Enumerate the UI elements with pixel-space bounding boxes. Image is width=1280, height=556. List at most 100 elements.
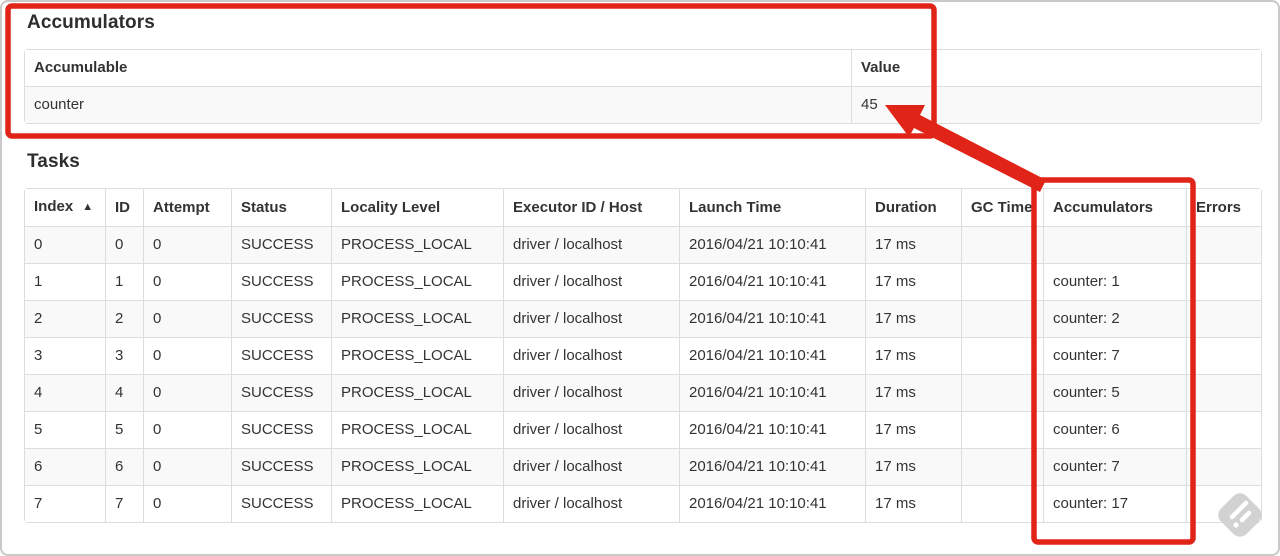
cell-index: 4 bbox=[25, 374, 105, 411]
cell-launch-time: 2016/04/21 10:10:41 bbox=[679, 263, 865, 300]
cell-duration: 17 ms bbox=[865, 300, 961, 337]
cell-accumulable: counter bbox=[25, 86, 851, 123]
tasks-header-row: Index ▲ ID Attempt Status Locality Level … bbox=[25, 189, 1261, 226]
accumulator-row: counter 45 bbox=[25, 86, 1261, 123]
accumulators-section-title: Accumulators bbox=[27, 12, 155, 33]
cell-id: 2 bbox=[105, 300, 143, 337]
cell-duration: 17 ms bbox=[865, 411, 961, 448]
cell-accumulator-value: 45 bbox=[851, 86, 1261, 123]
cell-id: 7 bbox=[105, 485, 143, 522]
tasks-table: Index ▲ ID Attempt Status Locality Level … bbox=[24, 188, 1262, 523]
page-content: Accumulators Accumulable Value counter 4… bbox=[2, 2, 1278, 523]
cell-gc-time bbox=[961, 226, 1043, 263]
cell-locality-level: PROCESS_LOCAL bbox=[331, 337, 503, 374]
cell-duration: 17 ms bbox=[865, 485, 961, 522]
cell-id: 6 bbox=[105, 448, 143, 485]
cell-errors bbox=[1186, 448, 1261, 485]
cell-executor-id-host: driver / localhost bbox=[503, 448, 679, 485]
column-header-attempt[interactable]: Attempt bbox=[143, 189, 231, 226]
cell-status: SUCCESS bbox=[231, 374, 331, 411]
cell-gc-time bbox=[961, 337, 1043, 374]
cell-index: 6 bbox=[25, 448, 105, 485]
cell-locality-level: PROCESS_LOCAL bbox=[331, 485, 503, 522]
cell-status: SUCCESS bbox=[231, 411, 331, 448]
spark-stage-page: Accumulators Accumulable Value counter 4… bbox=[0, 0, 1280, 556]
task-row: 6 6 0 SUCCESS PROCESS_LOCAL driver / loc… bbox=[25, 448, 1261, 485]
cell-duration: 17 ms bbox=[865, 263, 961, 300]
sort-ascending-icon: ▲ bbox=[82, 201, 94, 213]
cell-gc-time bbox=[961, 485, 1043, 522]
cell-launch-time: 2016/04/21 10:10:41 bbox=[679, 448, 865, 485]
cell-accumulators: counter: 1 bbox=[1043, 263, 1186, 300]
column-header-duration[interactable]: Duration bbox=[865, 189, 961, 226]
cell-accumulators: counter: 7 bbox=[1043, 337, 1186, 374]
tasks-section-title: Tasks bbox=[27, 151, 80, 172]
cell-index: 0 bbox=[25, 226, 105, 263]
column-header-accumulators[interactable]: Accumulators bbox=[1043, 189, 1186, 226]
cell-executor-id-host: driver / localhost bbox=[503, 337, 679, 374]
cell-errors bbox=[1186, 263, 1261, 300]
cell-gc-time bbox=[961, 411, 1043, 448]
cell-attempt: 0 bbox=[143, 337, 231, 374]
cell-accumulators bbox=[1043, 226, 1186, 263]
cell-id: 3 bbox=[105, 337, 143, 374]
cell-locality-level: PROCESS_LOCAL bbox=[331, 300, 503, 337]
cell-attempt: 0 bbox=[143, 448, 231, 485]
column-header-id[interactable]: ID bbox=[105, 189, 143, 226]
cell-gc-time bbox=[961, 374, 1043, 411]
cell-attempt: 0 bbox=[143, 374, 231, 411]
cell-attempt: 0 bbox=[143, 226, 231, 263]
cell-id: 5 bbox=[105, 411, 143, 448]
cell-attempt: 0 bbox=[143, 411, 231, 448]
column-header-locality-level[interactable]: Locality Level bbox=[331, 189, 503, 226]
cell-locality-level: PROCESS_LOCAL bbox=[331, 411, 503, 448]
cell-executor-id-host: driver / localhost bbox=[503, 300, 679, 337]
accumulable-column-header: Accumulable bbox=[25, 50, 851, 86]
value-column-header: Value bbox=[851, 50, 1261, 86]
cell-status: SUCCESS bbox=[231, 485, 331, 522]
cell-launch-time: 2016/04/21 10:10:41 bbox=[679, 374, 865, 411]
cell-launch-time: 2016/04/21 10:10:41 bbox=[679, 226, 865, 263]
cell-locality-level: PROCESS_LOCAL bbox=[331, 374, 503, 411]
cell-accumulators: counter: 2 bbox=[1043, 300, 1186, 337]
cell-accumulators: counter: 6 bbox=[1043, 411, 1186, 448]
cell-duration: 17 ms bbox=[865, 448, 961, 485]
cell-status: SUCCESS bbox=[231, 448, 331, 485]
cell-id: 0 bbox=[105, 226, 143, 263]
cell-launch-time: 2016/04/21 10:10:41 bbox=[679, 485, 865, 522]
column-header-errors[interactable]: Errors bbox=[1186, 189, 1261, 226]
column-header-executor-id-host[interactable]: Executor ID / Host bbox=[503, 189, 679, 226]
cell-executor-id-host: driver / localhost bbox=[503, 374, 679, 411]
column-header-gc-time[interactable]: GC Time bbox=[961, 189, 1043, 226]
cell-status: SUCCESS bbox=[231, 263, 331, 300]
cell-accumulators: counter: 7 bbox=[1043, 448, 1186, 485]
cell-duration: 17 ms bbox=[865, 374, 961, 411]
column-header-launch-time[interactable]: Launch Time bbox=[679, 189, 865, 226]
cell-locality-level: PROCESS_LOCAL bbox=[331, 448, 503, 485]
cell-index: 1 bbox=[25, 263, 105, 300]
cell-index: 3 bbox=[25, 337, 105, 374]
accumulators-table: Accumulable Value counter 45 bbox=[24, 49, 1262, 124]
cell-gc-time bbox=[961, 263, 1043, 300]
task-row: 1 1 0 SUCCESS PROCESS_LOCAL driver / loc… bbox=[25, 263, 1261, 300]
cell-errors bbox=[1186, 300, 1261, 337]
cell-attempt: 0 bbox=[143, 263, 231, 300]
cell-executor-id-host: driver / localhost bbox=[503, 263, 679, 300]
cell-errors bbox=[1186, 411, 1261, 448]
cell-errors bbox=[1186, 226, 1261, 263]
cell-status: SUCCESS bbox=[231, 226, 331, 263]
cell-launch-time: 2016/04/21 10:10:41 bbox=[679, 411, 865, 448]
column-header-status[interactable]: Status bbox=[231, 189, 331, 226]
cell-errors bbox=[1186, 374, 1261, 411]
cell-executor-id-host: driver / localhost bbox=[503, 411, 679, 448]
accumulators-header-row: Accumulable Value bbox=[25, 50, 1261, 86]
cell-gc-time bbox=[961, 300, 1043, 337]
column-header-index[interactable]: Index ▲ bbox=[25, 189, 105, 226]
cell-launch-time: 2016/04/21 10:10:41 bbox=[679, 300, 865, 337]
cell-accumulators: counter: 5 bbox=[1043, 374, 1186, 411]
cell-index: 5 bbox=[25, 411, 105, 448]
task-row: 5 5 0 SUCCESS PROCESS_LOCAL driver / loc… bbox=[25, 411, 1261, 448]
cell-executor-id-host: driver / localhost bbox=[503, 485, 679, 522]
cell-id: 1 bbox=[105, 263, 143, 300]
cell-status: SUCCESS bbox=[231, 337, 331, 374]
